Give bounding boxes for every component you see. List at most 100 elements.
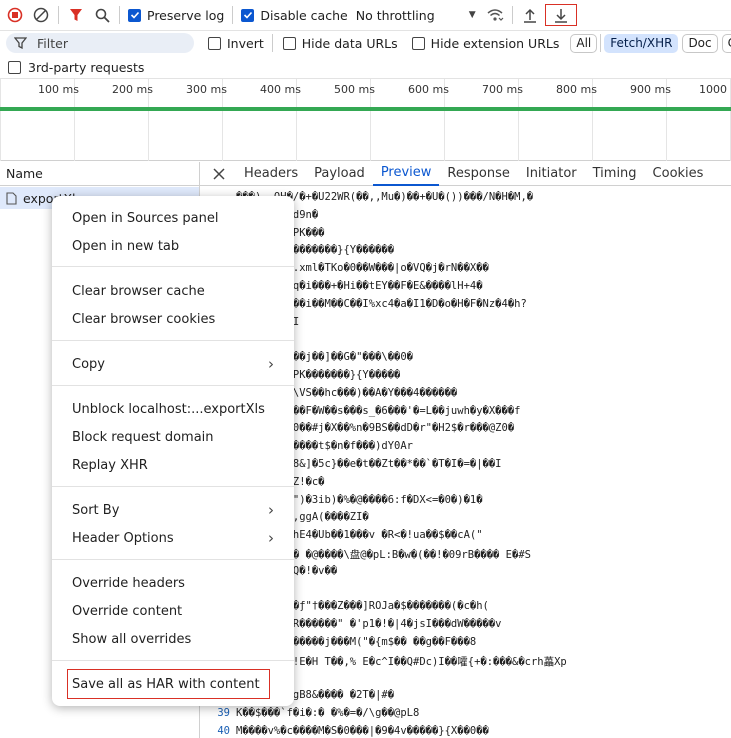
tab-timing[interactable]: Timing xyxy=(585,162,645,186)
menu-item-label: Header Options xyxy=(72,530,174,546)
menu-separator xyxy=(52,486,294,487)
timeline-tick-label: 300 ms xyxy=(186,83,227,96)
document-icon xyxy=(6,191,17,205)
menu-item-open-in-sources[interactable]: Open in Sources panel xyxy=(52,204,294,232)
menu-item-save-har[interactable]: Save all as HAR with content xyxy=(67,669,270,699)
disable-cache-checkbox[interactable]: Disable cache xyxy=(241,7,348,23)
checkmark-icon xyxy=(241,8,255,22)
line-number: 40 xyxy=(217,725,230,737)
clear-icon[interactable] xyxy=(28,2,54,28)
close-icon[interactable] xyxy=(206,161,232,187)
third-party-row: 3rd-party requests xyxy=(0,57,731,79)
line-text: K��$���`f�i�:� �%�=�/\g��@pL8 xyxy=(236,707,420,720)
filter-chip-all[interactable]: All xyxy=(570,33,598,53)
menu-item-label: Replay XHR xyxy=(72,457,148,473)
timeline-tick-label: 500 ms xyxy=(334,83,375,96)
network-conditions-wifi-icon[interactable] xyxy=(482,2,508,28)
filter-funnel-icon xyxy=(14,37,27,49)
timeline-tick: 800 ms xyxy=(556,79,597,161)
divider xyxy=(58,6,59,24)
invert-checkbox[interactable]: Invert xyxy=(208,36,264,51)
filter-chip-doc[interactable]: Doc xyxy=(682,33,718,53)
menu-item-show-overrides[interactable]: Show all overrides xyxy=(52,625,294,653)
hide-extension-urls-checkbox[interactable]: Hide extension URLs xyxy=(411,35,560,51)
divider xyxy=(232,6,234,24)
menu-item-header-options[interactable]: Header Options › xyxy=(52,524,294,552)
throttling-select[interactable]: No throttling ▼ xyxy=(356,8,476,23)
third-party-checkbox[interactable] xyxy=(8,61,21,74)
menu-separator xyxy=(52,559,294,560)
timeline-tick-label: 600 ms xyxy=(408,83,449,96)
menu-separator xyxy=(52,340,294,341)
menu-separator xyxy=(52,385,294,386)
preserve-log-checkbox[interactable]: Preserve log xyxy=(128,8,224,23)
tab-preview[interactable]: Preview xyxy=(372,162,440,186)
checkmark-icon xyxy=(128,8,141,22)
menu-item-block-domain[interactable]: Block request domain xyxy=(52,423,294,451)
tab-cookies[interactable]: Cookies xyxy=(645,162,712,186)
divider xyxy=(600,34,602,52)
timeline-tick: 600 ms xyxy=(408,79,449,161)
menu-item-replay-xhr[interactable]: Replay XHR xyxy=(52,451,294,479)
timeline-tick-label: 1000 ms xyxy=(699,83,731,96)
menu-item-clear-cache[interactable]: Clear browser cache xyxy=(52,277,294,305)
menu-item-label: Override content xyxy=(72,603,183,619)
divider xyxy=(119,6,120,24)
dropdown-arrow-icon: ▼ xyxy=(468,10,476,20)
tab-payload[interactable]: Payload xyxy=(306,162,373,186)
tab-initiator[interactable]: Initiator xyxy=(518,162,585,186)
filter-chip-css[interactable]: CSS xyxy=(721,33,731,53)
chevron-right-icon: › xyxy=(268,355,274,373)
search-icon[interactable] xyxy=(89,2,115,28)
tab-headers[interactable]: Headers xyxy=(236,162,306,186)
hide-data-urls-checkbox[interactable]: Hide data URLs xyxy=(282,36,398,51)
menu-item-copy[interactable]: Copy › xyxy=(52,350,294,378)
network-toolbar: Preserve log Disable cache No throttling… xyxy=(0,0,731,31)
checkbox-box xyxy=(208,36,221,50)
stop-recording-icon[interactable] xyxy=(2,2,28,28)
tab-response[interactable]: Response xyxy=(439,162,517,186)
checkbox-box xyxy=(282,36,296,50)
checkbox-box xyxy=(411,36,425,50)
detail-tabs: Headers Payload Preview Response Initiat… xyxy=(200,162,731,186)
filter-input[interactable]: Filter xyxy=(6,33,194,53)
menu-item-override-content[interactable]: Override content xyxy=(52,597,294,625)
filter-bar: Filter Invert Hide data URLs Hide extens… xyxy=(0,31,731,55)
menu-item-clear-cookies[interactable]: Clear browser cookies xyxy=(52,305,294,333)
menu-item-open-new-tab[interactable]: Open in new tab xyxy=(52,232,294,260)
timeline-tick-label: 400 ms xyxy=(260,83,301,96)
export-har-download-icon[interactable] xyxy=(544,4,577,26)
menu-item-override-headers[interactable]: Override headers xyxy=(52,569,294,597)
chevron-right-icon: › xyxy=(268,529,274,547)
timeline-tick-label: 700 ms xyxy=(482,83,523,96)
throttling-value: No throttling xyxy=(355,7,435,23)
third-party-label: 3rd-party requests xyxy=(28,60,145,75)
timeline-tick-label: 800 ms xyxy=(556,83,597,96)
menu-item-sort-by[interactable]: Sort By › xyxy=(52,496,294,524)
chevron-right-icon: › xyxy=(268,501,274,519)
disable-cache-label: Disable cache xyxy=(260,7,348,23)
line-number: 39 xyxy=(217,707,230,720)
menu-item-label: Override headers xyxy=(72,575,185,591)
timeline-tick-label: 200 ms xyxy=(112,83,153,96)
timeline-tick: 100 ms xyxy=(38,79,79,161)
menu-item-label: Clear browser cache xyxy=(72,283,205,299)
name-column-header[interactable]: Name xyxy=(0,162,200,186)
filter-chip-fetch-xhr[interactable]: Fetch/XHR xyxy=(604,33,679,53)
timeline-tick: 200 ms xyxy=(112,79,153,161)
preserve-log-label: Preserve log xyxy=(147,7,225,23)
invert-label: Invert xyxy=(227,35,264,51)
timeline-overview[interactable]: 100 ms 200 ms 300 ms 400 ms 500 ms 600 m… xyxy=(0,79,731,161)
menu-item-label: Save all as HAR with content xyxy=(72,676,260,692)
import-har-upload-icon[interactable] xyxy=(517,2,543,28)
timeline-tick: 500 ms xyxy=(334,79,375,161)
menu-item-label: Block request domain xyxy=(72,429,214,445)
menu-item-label: Open in new tab xyxy=(72,238,180,254)
menu-separator xyxy=(52,266,294,267)
filter-funnel-icon[interactable] xyxy=(63,2,89,28)
timeline-tick: 300 ms xyxy=(186,79,227,161)
menu-separator xyxy=(52,660,294,661)
menu-item-unblock[interactable]: Unblock localhost:...exportXls xyxy=(52,395,294,423)
hide-extension-urls-label: Hide extension URLs xyxy=(430,35,560,51)
timeline-tick-label: 900 ms xyxy=(630,83,671,96)
